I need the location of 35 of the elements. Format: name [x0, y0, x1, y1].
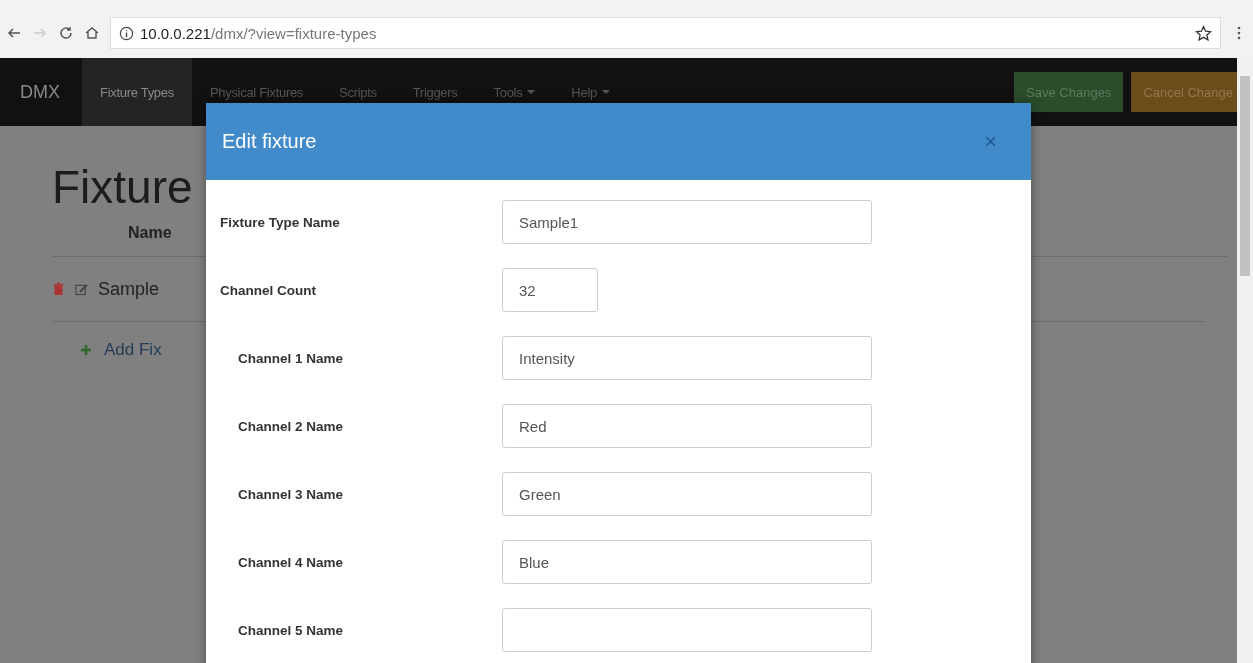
- nav-link[interactable]: Tools: [475, 58, 554, 126]
- field-label: Channel 2 Name: [237, 418, 345, 434]
- table-cell: Sample: [98, 278, 160, 300]
- plus-icon[interactable]: [80, 344, 92, 356]
- dialog-title: Edit fixture: [222, 130, 317, 153]
- scrollbar[interactable]: [1237, 58, 1253, 663]
- add-link[interactable]: Add Fix: [104, 340, 162, 360]
- url-path: /dmx/?view=fixture-types: [210, 24, 377, 42]
- page-heading: Fixture: [52, 160, 194, 214]
- field-label: Channel Count: [220, 282, 317, 298]
- input-field[interactable]: Green: [502, 472, 872, 516]
- input-field[interactable]: Blue: [502, 540, 872, 584]
- star-icon[interactable]: [1195, 24, 1212, 42]
- url-host: 10.0.0.221: [140, 24, 211, 42]
- home-icon[interactable]: [84, 25, 100, 41]
- field-label: Channel 3 Name: [237, 486, 345, 502]
- brand-link[interactable]: DMX: [0, 58, 82, 126]
- input-field[interactable]: Sample1: [502, 200, 872, 244]
- nav-link[interactable]: Help: [553, 58, 628, 126]
- input-field[interactable]: [502, 608, 872, 652]
- input-field[interactable]: 32: [502, 268, 598, 312]
- field-label: Channel 4 Name: [237, 554, 345, 570]
- scrollbar-thumb[interactable]: [1240, 76, 1250, 276]
- input-field[interactable]: Red: [502, 404, 872, 448]
- field-label: Channel 1 Name: [237, 350, 345, 366]
- info-icon[interactable]: [119, 25, 134, 41]
- nav-link[interactable]: Fixture Types: [82, 58, 192, 126]
- reload-icon[interactable]: [58, 25, 74, 41]
- field-label: Channel 5 Name: [237, 622, 345, 638]
- caret-icon: [601, 90, 610, 94]
- edit-icon[interactable]: [75, 282, 88, 296]
- caret-icon: [527, 90, 536, 94]
- input-field[interactable]: Intensity: [502, 336, 872, 380]
- address-bar[interactable]: 10.0.0.221/dmx/?view=fixture-types: [110, 17, 1221, 49]
- trash-icon[interactable]: [52, 282, 65, 296]
